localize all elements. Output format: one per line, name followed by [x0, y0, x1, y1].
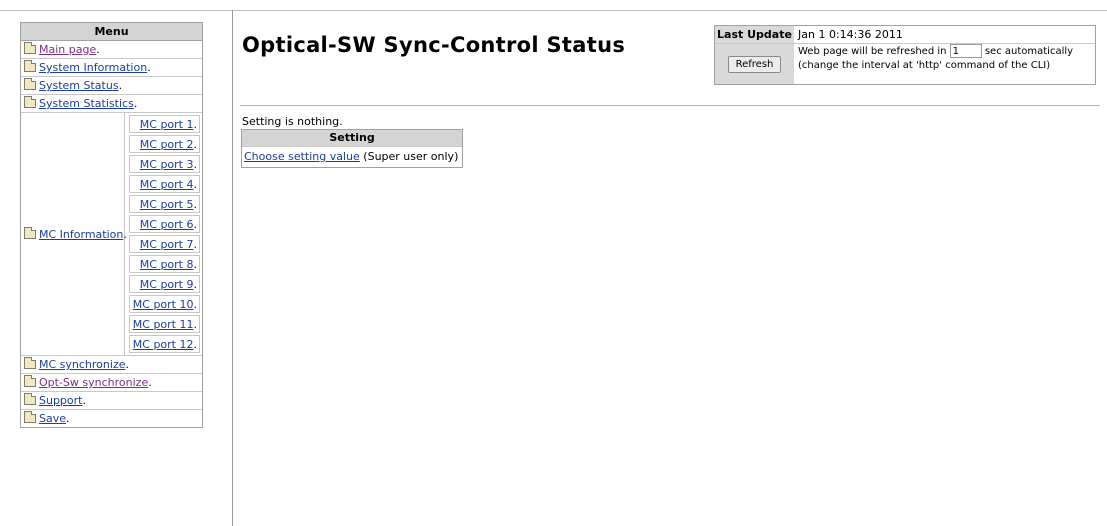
setting-header: Setting	[242, 130, 462, 147]
mc-port-item: MC port 4.	[129, 175, 200, 193]
menu-link-system-status[interactable]: System Status	[39, 77, 119, 94]
menu-item-separator: .	[125, 358, 129, 371]
menu-header: Menu	[21, 23, 202, 41]
menu-item-separator: .	[193, 138, 198, 151]
mc-port-link-1[interactable]: MC port 1	[140, 118, 194, 131]
mc-port-link-8[interactable]: MC port 8	[140, 258, 194, 271]
mc-port-item: MC port 7.	[129, 235, 200, 253]
refresh-interval-input[interactable]	[949, 44, 982, 58]
super-user-note: (Super user only)	[363, 150, 459, 163]
mc-port-link-9[interactable]: MC port 9	[140, 278, 194, 291]
folder-icon	[24, 78, 36, 90]
folder-icon	[24, 96, 36, 108]
menu-link-mc-synchronize[interactable]: MC synchronize	[39, 356, 125, 373]
refresh-suffix-text: sec automatically	[984, 46, 1074, 57]
refresh-prefix-text: Web page will be refreshed in	[798, 46, 947, 57]
mc-port-link-2[interactable]: MC port 2	[140, 138, 194, 151]
menu-item-separator: .	[193, 318, 198, 331]
menu-item-support: Support.	[21, 392, 202, 410]
menu-link-main-page[interactable]: Main page	[39, 41, 96, 58]
menu-link-mc-information[interactable]: MC Information	[39, 228, 123, 241]
menu-link-support[interactable]: Support	[39, 392, 82, 409]
mc-port-item: MC port 12.	[129, 335, 200, 353]
refresh-line: Web page will be refreshed in sec automa…	[798, 44, 1073, 59]
menu-link-system-information[interactable]: System Information	[39, 59, 147, 76]
last-update-value: Jan 1 0:14:36 2011	[798, 28, 903, 41]
mc-port-item: MC port 1.	[129, 115, 200, 133]
mc-port-item: MC port 2.	[129, 135, 200, 153]
mc-port-item: MC port 10.	[129, 295, 200, 313]
menu-item-separator: .	[66, 412, 70, 425]
mc-port-link-7[interactable]: MC port 7	[140, 238, 194, 251]
mc-port-link-3[interactable]: MC port 3	[140, 158, 194, 171]
menu-item-separator: .	[148, 376, 152, 389]
menu-item-separator: .	[193, 218, 198, 231]
menu-item-separator: .	[133, 97, 138, 110]
mc-information-group: MC Information. MC port 1. MC port 2. MC…	[21, 113, 202, 356]
last-update-label: Last Update	[715, 26, 794, 43]
mc-port-link-6[interactable]: MC port 6	[140, 218, 194, 231]
menu-item-separator: .	[193, 238, 198, 251]
mc-port-link-11[interactable]: MC port 11	[133, 318, 194, 331]
menu-item-separator: .	[193, 278, 198, 291]
mc-port-item: MC port 3.	[129, 155, 200, 173]
folder-icon	[24, 357, 36, 369]
mc-port-link-12[interactable]: MC port 12	[133, 338, 194, 351]
choose-setting-link[interactable]: Choose setting value	[244, 150, 360, 163]
mc-port-item: MC port 5.	[129, 195, 200, 213]
menu-item-separator: .	[193, 198, 198, 211]
refresh-hint-text: (change the interval at 'http' command o…	[798, 60, 1051, 71]
content-divider	[240, 105, 1100, 106]
menu-item-separator: .	[193, 158, 198, 171]
setting-row: Choose setting value (Super user only)	[242, 147, 462, 167]
setting-table: Setting Choose setting value (Super user…	[241, 129, 463, 168]
frame-divider	[232, 10, 233, 526]
menu-item-system-status: System Status.	[21, 77, 202, 95]
menu-item-separator: .	[193, 118, 198, 131]
mc-port-item: MC port 8.	[129, 255, 200, 273]
mc-port-link-10[interactable]: MC port 10	[133, 298, 194, 311]
menu-link-opt-sw-synchronize[interactable]: Opt-Sw synchronize	[39, 374, 148, 391]
menu-item-separator: .	[193, 178, 198, 191]
menu-item-mc-information: MC Information.	[21, 113, 127, 355]
folder-icon	[24, 60, 36, 72]
refresh-button[interactable]: Refresh	[727, 55, 782, 73]
menu-item-system-information: System Information.	[21, 59, 202, 77]
menu-item-mc-synchronize: MC synchronize.	[21, 356, 202, 374]
mc-port-link-4[interactable]: MC port 4	[140, 178, 194, 191]
status-panel: Last Update Jan 1 0:14:36 2011 Refresh W…	[714, 25, 1096, 85]
folder-icon	[24, 42, 36, 54]
menu-item-main-page: Main page.	[21, 41, 202, 59]
menu-item-save: Save.	[21, 410, 202, 427]
menu-item-separator: .	[193, 338, 198, 351]
menu-item-separator: .	[96, 43, 100, 56]
menu-item-separator: .	[193, 258, 198, 271]
refresh-button-cell: Refresh	[715, 44, 794, 84]
menu-item-system-statistics: System Statistics.	[21, 95, 202, 113]
status-notice: Setting is nothing.	[242, 115, 343, 128]
menu-item-separator: .	[118, 79, 123, 92]
menu-item-separator: .	[82, 394, 86, 407]
menu-link-system-statistics[interactable]: System Statistics	[39, 95, 134, 112]
mc-port-link-5[interactable]: MC port 5	[140, 198, 194, 211]
menu-item-opt-sw-synchronize: Opt-Sw synchronize.	[21, 374, 202, 392]
folder-icon	[24, 393, 36, 405]
menu-link-save[interactable]: Save	[39, 410, 66, 427]
folder-icon	[24, 226, 36, 239]
refresh-info: Web page will be refreshed in sec automa…	[794, 44, 1073, 84]
mc-port-item: MC port 6.	[129, 215, 200, 233]
mc-port-list: MC port 1. MC port 2. MC port 3. MC port…	[125, 113, 202, 355]
mc-port-item: MC port 9.	[129, 275, 200, 293]
menu-panel: Menu Main page. System Information. Syst…	[20, 22, 203, 428]
folder-icon	[24, 411, 36, 423]
folder-icon	[24, 375, 36, 387]
page-title: Optical-SW Sync-Control Status	[242, 33, 626, 57]
menu-item-separator: .	[193, 298, 198, 311]
menu-item-separator: .	[147, 61, 151, 74]
mc-port-item: MC port 11.	[129, 315, 200, 333]
top-divider	[0, 10, 1107, 11]
